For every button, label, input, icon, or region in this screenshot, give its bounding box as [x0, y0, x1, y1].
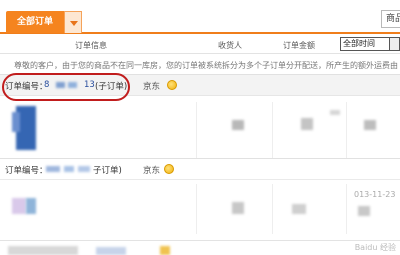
chevron-down-icon [70, 21, 78, 26]
order-header-row [0, 158, 400, 180]
order-date: 013-11-23 [354, 190, 396, 199]
column-divider [196, 184, 197, 234]
column-divider [196, 102, 197, 158]
shop-chat-icon[interactable] [167, 80, 177, 90]
tab-dropdown-button[interactable] [64, 11, 82, 33]
column-header-order-info: 订单信息 [75, 41, 107, 50]
status-redacted [358, 206, 370, 216]
search-input[interactable]: 商品 [381, 10, 400, 28]
time-filter-value: 全部时间 [343, 39, 375, 48]
header-divider [0, 53, 400, 54]
shop-chat-icon [160, 246, 170, 255]
suborder-tag: 子订单) [93, 166, 122, 176]
order-number-label: 订单编号： [5, 166, 48, 176]
date-redacted [330, 110, 340, 115]
order-number-redacted [46, 166, 60, 172]
order-number-redacted [8, 246, 78, 255]
time-filter-select[interactable]: 全部时间 [340, 37, 390, 51]
order-number-redacted [96, 247, 126, 255]
order-number-redacted [78, 166, 90, 172]
column-header-receiver: 收货人 [218, 41, 242, 50]
product-thumbnail-part [26, 198, 36, 214]
tab-all-orders[interactable]: 全部订单 [6, 11, 64, 33]
row-divider [0, 240, 400, 241]
product-thumbnail[interactable] [12, 198, 26, 214]
column-divider [272, 102, 273, 158]
column-header-amount: 订单金额 [283, 41, 315, 50]
shop-name[interactable]: 京东 [143, 80, 160, 92]
order-number-redacted [64, 166, 74, 172]
status-redacted [364, 120, 376, 130]
column-divider [346, 184, 347, 234]
receiver-redacted [232, 120, 244, 130]
baidu-watermark: Baidu 经验 [354, 243, 396, 252]
split-order-notice: 尊敬的客户，由于您的商品不在同一库房，您的订单被系统拆分为多个子订单分开配送，所… [14, 61, 398, 70]
column-divider [272, 184, 273, 234]
shop-chat-icon[interactable] [164, 164, 174, 174]
amount-redacted [292, 204, 306, 214]
shop-name[interactable]: 京东 [143, 164, 160, 176]
column-divider [346, 102, 347, 158]
receiver-redacted [232, 202, 244, 214]
product-thumbnail-edge [12, 112, 20, 132]
time-filter-dropdown-arrow[interactable] [390, 37, 400, 51]
highlight-circle [2, 73, 130, 101]
amount-redacted [301, 118, 313, 130]
